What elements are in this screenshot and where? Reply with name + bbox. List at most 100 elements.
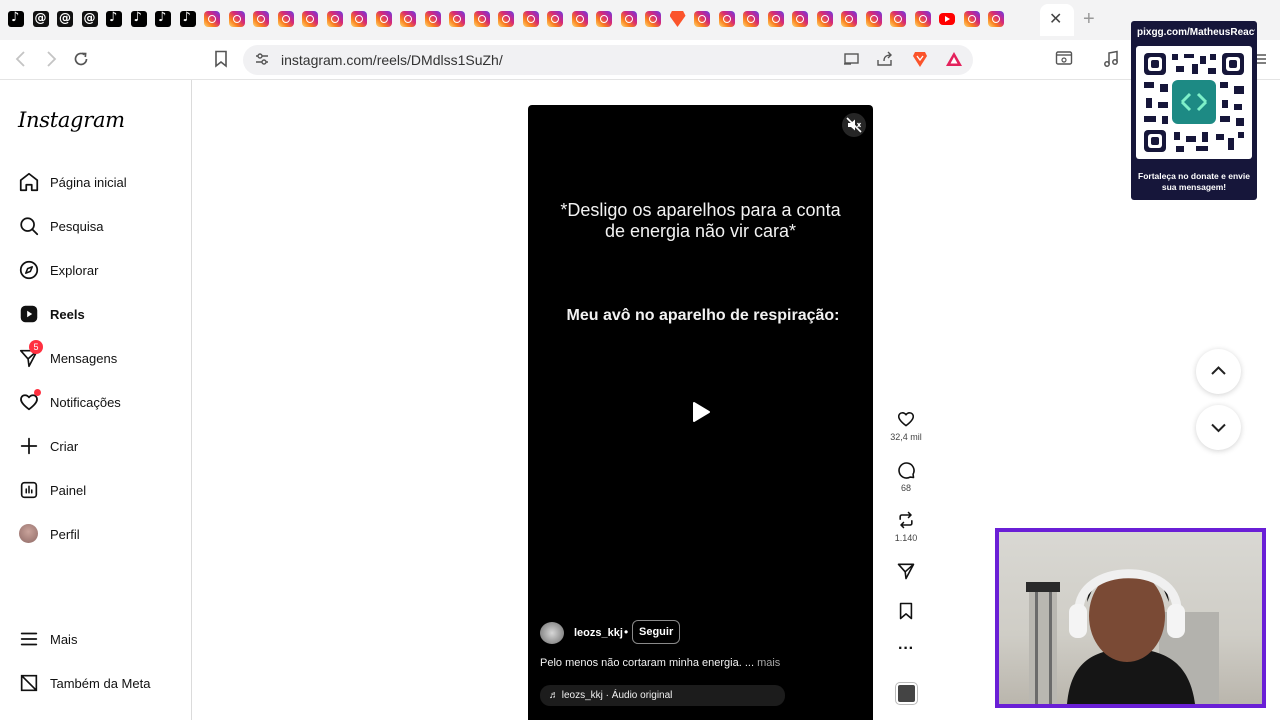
tiktok-tab-icon[interactable] <box>130 10 147 27</box>
sidebar-item-create[interactable]: Criar <box>16 432 186 462</box>
threads-tab-icon[interactable] <box>57 11 73 27</box>
more-link[interactable]: mais <box>757 657 780 669</box>
brave-tab-icon[interactable] <box>669 11 686 27</box>
share-button[interactable] <box>886 561 926 581</box>
instagram-logo[interactable]: Instagram <box>18 108 125 132</box>
next-reel-button[interactable] <box>1196 405 1241 450</box>
brave-shields-icon[interactable] <box>912 51 928 73</box>
instagram-tab-icon[interactable] <box>424 11 441 27</box>
sidebar-panel-icon[interactable] <box>1055 50 1073 70</box>
site-settings-icon[interactable] <box>254 51 270 70</box>
instagram-tab-icon[interactable] <box>890 11 906 27</box>
new-tab-button[interactable]: + <box>1083 8 1095 31</box>
tiktok-tab-icon[interactable] <box>106 10 122 27</box>
instagram-tab-icon[interactable] <box>473 11 490 27</box>
instagram-tab-icon[interactable] <box>228 11 245 27</box>
separator-dot: • <box>624 625 629 639</box>
tiktok-tab-icon[interactable] <box>8 10 24 27</box>
tiktok-tab-icon[interactable] <box>179 10 196 27</box>
audio-thumbnail[interactable] <box>896 683 917 704</box>
instagram-tab-icon[interactable] <box>914 11 931 27</box>
instagram-tab-icon[interactable] <box>743 11 759 27</box>
address-bar[interactable]: instagram.com/reels/DMdlss1SuZh/ <box>243 45 973 75</box>
sidebar-item-label: Criar <box>50 439 79 454</box>
instagram-tab-icon[interactable] <box>571 11 588 27</box>
instagram-tab-icon[interactable] <box>694 11 710 27</box>
author-username[interactable]: leozs_kkj <box>574 627 623 639</box>
sidebar-item-more[interactable]: Mais <box>16 625 186 655</box>
threads-tab-icon[interactable] <box>81 11 98 27</box>
sidebar-item-profile[interactable]: Perfil <box>16 520 186 550</box>
sidebar-item-home[interactable]: Página inicial <box>16 168 186 198</box>
instagram-tab-icon[interactable] <box>816 11 833 27</box>
author-avatar[interactable] <box>540 622 564 644</box>
sidebar-item-messages[interactable]: 5 Mensagens <box>16 340 186 374</box>
save-button[interactable] <box>886 601 926 621</box>
sidebar-item-dashboard[interactable]: Painel <box>16 476 186 506</box>
brave-rewards-icon[interactable] <box>945 51 963 72</box>
sidebar-item-also-from-meta[interactable]: Também da Meta <box>16 669 186 699</box>
close-tab-icon[interactable]: ✕ <box>1049 9 1062 29</box>
instagram-tab-icon[interactable] <box>253 11 269 27</box>
instagram-tab-icon[interactable] <box>449 11 465 27</box>
instagram-tab-icon[interactable] <box>718 11 735 27</box>
back-button[interactable] <box>14 50 28 72</box>
instagram-tab-icon[interactable] <box>792 11 808 27</box>
instagram-tab-icon[interactable] <box>767 11 784 27</box>
sidebar-item-notifications[interactable]: Notificações <box>16 388 186 418</box>
reel-description: Pelo menos não cortaram minha energia. .… <box>540 657 780 669</box>
sidebar-item-label: Página inicial <box>50 175 127 190</box>
forward-button[interactable] <box>44 50 58 72</box>
tiktok-tab-icon[interactable] <box>155 10 171 27</box>
previous-reel-button[interactable] <box>1196 349 1241 394</box>
reload-button[interactable] <box>72 50 90 72</box>
sidebar-item-explore[interactable]: Explorar <box>16 256 186 286</box>
instagram-tab-icon[interactable] <box>204 11 220 27</box>
instagram-tab-icon[interactable] <box>277 11 294 27</box>
heart-icon <box>897 412 915 427</box>
instagram-tab-icon[interactable] <box>302 11 318 27</box>
dashboard-icon <box>20 481 38 499</box>
play-icon[interactable] <box>691 401 711 423</box>
comment-button[interactable]: 68 <box>886 460 926 493</box>
instagram-tab-icon[interactable] <box>596 11 612 27</box>
repost-icon <box>899 511 913 529</box>
instagram-tab-icon[interactable] <box>988 11 1004 27</box>
instagram-tab-icon[interactable] <box>865 11 882 27</box>
instagram-tab-icon[interactable] <box>645 11 661 27</box>
follow-button[interactable]: Seguir <box>632 620 681 644</box>
share-icon[interactable] <box>876 51 894 72</box>
qr-code <box>1136 46 1252 159</box>
instagram-tab-icon[interactable] <box>620 11 637 27</box>
chevron-up-icon <box>1211 366 1226 375</box>
instagram-tab-icon[interactable] <box>326 11 343 27</box>
instagram-tab-icon[interactable] <box>841 11 857 27</box>
instagram-tab-icon[interactable] <box>498 11 514 27</box>
search-icon <box>20 217 39 236</box>
youtube-tab-icon[interactable] <box>939 13 955 25</box>
sidebar-item-reels[interactable]: Reels <box>16 300 186 330</box>
instagram-tab-icon[interactable] <box>400 11 416 27</box>
muted-speaker-icon <box>846 117 862 133</box>
threads-tab-icon[interactable] <box>32 11 49 27</box>
instagram-sidebar: Instagram Página inicial Pesquisa Explor… <box>0 80 192 720</box>
like-button[interactable]: 32,4 mil <box>886 409 926 442</box>
instagram-tab-icon[interactable] <box>547 11 563 27</box>
webcam-overlay <box>995 528 1266 708</box>
audio-attribution[interactable]: ♬ leozs_kkj · Áudio original <box>540 685 785 706</box>
sidebar-item-search[interactable]: Pesquisa <box>16 212 186 242</box>
instagram-tab-icon[interactable] <box>522 11 539 27</box>
bookmark-icon[interactable] <box>214 50 228 72</box>
avatar <box>19 524 38 543</box>
unread-badge: 5 <box>29 340 43 354</box>
instagram-tab-icon[interactable] <box>375 11 392 27</box>
instagram-tab-icon[interactable] <box>351 11 367 27</box>
more-options-button[interactable]: ··· <box>886 640 926 658</box>
mute-button[interactable] <box>842 113 866 137</box>
instagram-tab-icon[interactable] <box>963 11 980 27</box>
reel-video[interactable]: *Desligo os aparelhos para a conta de en… <box>528 105 873 720</box>
repost-button[interactable]: 1.140 <box>886 510 926 543</box>
sidebar-item-label: Explorar <box>50 263 99 278</box>
media-controls-icon[interactable] <box>1102 50 1120 72</box>
cast-icon[interactable] <box>843 51 861 72</box>
